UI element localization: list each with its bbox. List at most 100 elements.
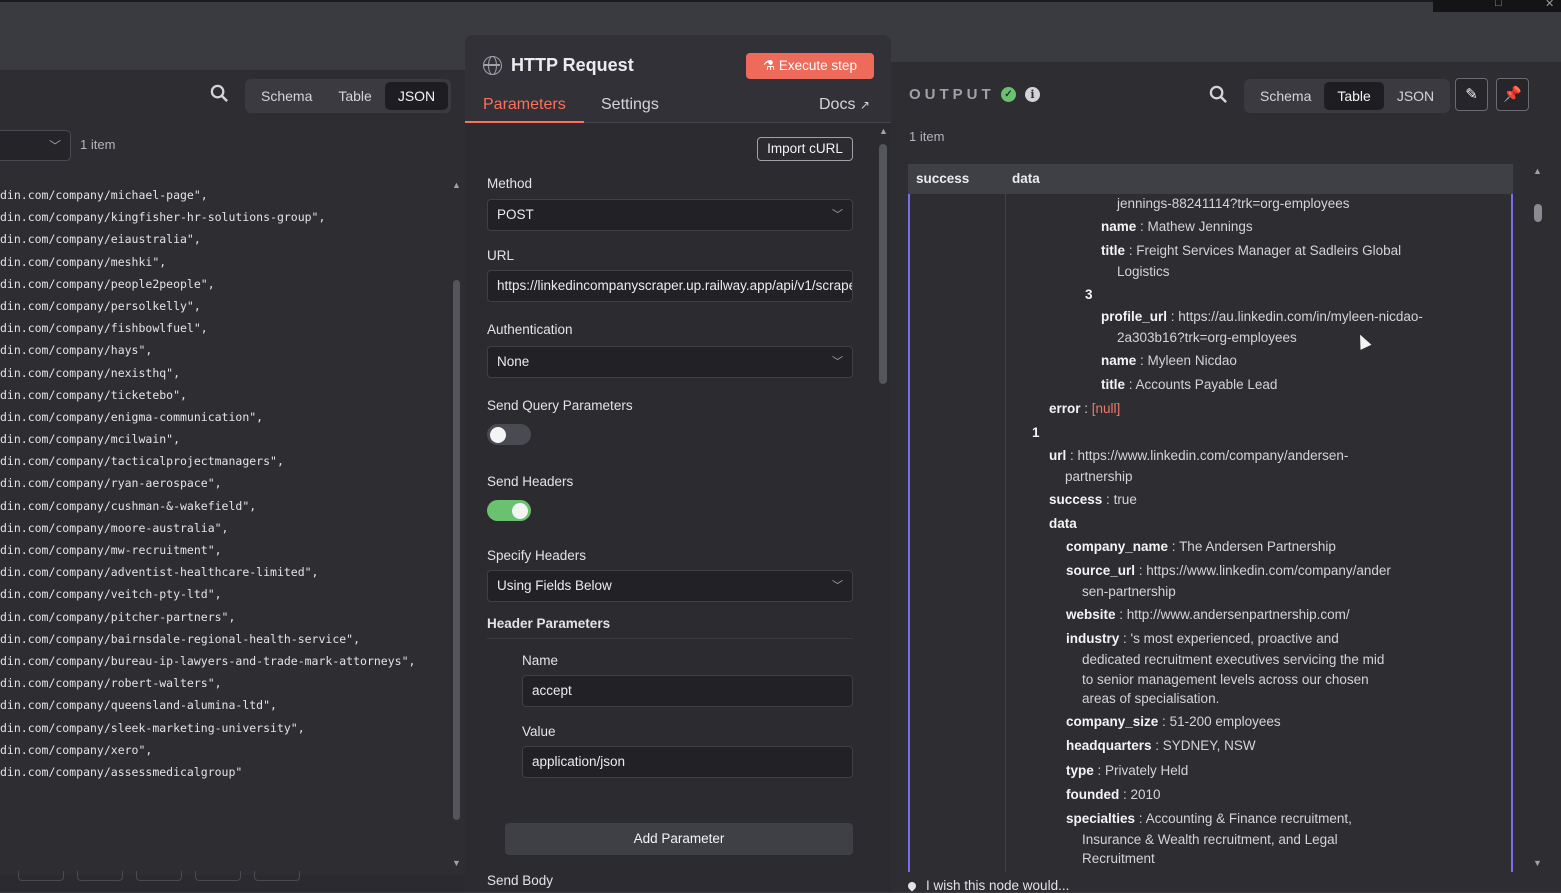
scroll-down-icon[interactable]: ▼ (452, 858, 461, 868)
row-value: SYDNEY, NSW (1162, 738, 1256, 753)
row-separator: : (1125, 243, 1137, 258)
row-separator: : (1125, 377, 1136, 392)
scroll-thumb[interactable] (1534, 204, 1542, 222)
toolbar-tab[interactable] (18, 871, 64, 881)
toolbar-tab[interactable] (136, 871, 182, 881)
tab-table[interactable]: Table (325, 82, 384, 110)
run-selector[interactable]: ﹀ (0, 130, 71, 161)
tab-table[interactable]: Table (1324, 82, 1384, 110)
scroll-thumb[interactable] (453, 280, 460, 820)
send-body-label: Send Body (487, 873, 554, 888)
url-input[interactable]: https://linkedincompanyscraper.up.railwa… (487, 270, 853, 302)
output-view-toggle: Schema Table JSON (1244, 79, 1451, 113)
output-panel: OUTPUT ✓ i Schema Table JSON ✎ 📌 1 item … (891, 62, 1561, 893)
edit-output-button[interactable]: ✎ (1455, 78, 1488, 111)
list-item: Insurance & Wealth recruitment, and Lega… (1082, 830, 1338, 850)
output-scrollbar[interactable]: ▲ ▼ (1531, 164, 1545, 872)
row-separator: : (1119, 631, 1131, 646)
toolbar-tab[interactable] (254, 871, 300, 881)
row-separator: : (1167, 309, 1179, 324)
row-separator: : (1135, 811, 1146, 826)
node-title[interactable]: HTTP Request (511, 55, 634, 76)
json-line: din.com/company/persolkelly", (0, 298, 201, 313)
json-output: din.com/company/michael-page", din.com/co… (0, 184, 445, 783)
feedback-label: I wish this node would... (926, 878, 1070, 893)
method-select[interactable]: POST ﹀ (487, 199, 853, 231)
list-item: name : Myleen Nicdao (1101, 351, 1237, 371)
list-item: company_size : 51-200 employees (1066, 712, 1281, 732)
row-value: dedicated recruitment executives servici… (1082, 652, 1385, 667)
json-line: din.com/company/kingfisher-hr-solutions-… (0, 210, 326, 225)
specify-headers-value: Using Fields Below (497, 578, 612, 593)
tab-json[interactable]: JSON (1384, 82, 1447, 110)
scroll-up-icon[interactable]: ▲ (879, 126, 888, 136)
specify-headers-select[interactable]: Using Fields Below ﹀ (487, 570, 853, 602)
list-item: 1 (1032, 423, 1040, 443)
node-scrollbar[interactable]: ▲ (875, 124, 891, 892)
row-value: [null] (1091, 401, 1121, 416)
list-item: name : Mathew Jennings (1101, 217, 1253, 237)
chevron-down-icon: ﹀ (832, 580, 843, 592)
tab-json[interactable]: JSON (384, 82, 449, 110)
chevron-down-icon: ﹀ (832, 209, 843, 221)
scroll-down-icon[interactable]: ▼ (1533, 858, 1542, 868)
add-parameter-button[interactable]: Add Parameter (505, 823, 853, 855)
toolbar-tab[interactable] (77, 871, 123, 881)
scroll-up-icon[interactable]: ▲ (452, 180, 461, 190)
active-tab-indicator (465, 121, 584, 123)
row-key: data (1049, 516, 1077, 531)
tab-schema[interactable]: Schema (248, 82, 325, 110)
row-value: https://www.linkedin.com/company/anderse… (1077, 448, 1349, 463)
scroll-up-icon[interactable]: ▲ (1533, 166, 1542, 176)
import-curl-button[interactable]: Import cURL (757, 137, 853, 161)
row-value: Privately Held (1105, 763, 1189, 778)
json-line: din.com/company/ticketebo", (0, 387, 187, 402)
search-icon[interactable] (210, 84, 229, 108)
list-item: title : Accounts Payable Lead (1101, 375, 1277, 395)
tab-settings[interactable]: Settings (601, 96, 659, 114)
header-value-input[interactable]: application/json (522, 746, 853, 778)
pin-output-button[interactable]: 📌 (1496, 78, 1529, 111)
info-icon[interactable]: i (1025, 87, 1040, 102)
input-scrollbar[interactable]: ▲ ▼ (451, 180, 463, 870)
list-item: to senior management levels across our c… (1082, 670, 1369, 690)
pencil-icon: ✎ (1465, 86, 1478, 103)
send-headers-toggle[interactable] (487, 500, 531, 521)
toggle-knob (490, 427, 506, 443)
feedback-prompt[interactable]: I wish this node would... (906, 878, 1070, 893)
list-item: data (1049, 514, 1077, 534)
list-item: error : [null] (1049, 399, 1120, 419)
row-separator: : (1115, 607, 1127, 622)
input-view-toggle: Schema Table JSON (245, 79, 452, 113)
list-item: 3 (1085, 285, 1093, 305)
list-item: sen-partnership (1082, 582, 1176, 602)
execute-step-button[interactable]: ⚗ Execute step (746, 53, 874, 79)
scroll-thumb[interactable] (879, 144, 887, 384)
authentication-value: None (497, 354, 530, 369)
docs-link[interactable]: Docs ↗ (819, 96, 870, 114)
row-key: type (1066, 763, 1094, 778)
json-line: din.com/company/moore-australia", (0, 520, 229, 535)
tab-schema[interactable]: Schema (1247, 82, 1324, 110)
header-name-input[interactable]: accept (522, 675, 853, 707)
send-query-toggle[interactable] (487, 424, 531, 445)
table-header: success data (908, 164, 1513, 194)
chevron-down-icon: ﹀ (48, 139, 61, 153)
toolbar-tab[interactable] (195, 871, 241, 881)
authentication-select[interactable]: None ﹀ (487, 346, 853, 378)
tab-parameters[interactable]: Parameters (483, 96, 566, 114)
row-value: Insurance & Wealth recruitment, and Lega… (1082, 832, 1338, 847)
row-key: industry (1066, 631, 1120, 646)
row-key: website (1066, 607, 1116, 622)
maximize-icon[interactable]: □ (1495, 0, 1502, 9)
row-key: name (1101, 353, 1137, 368)
search-icon[interactable] (1209, 85, 1228, 109)
json-line: din.com/company/bairnsdale-regional-heal… (0, 631, 361, 646)
row-value: Accounting & Finance recruitment, (1145, 811, 1352, 826)
parameters-form: Import cURL Method POST ﹀ URL https://lin… (465, 124, 875, 892)
external-link-icon: ↗ (859, 98, 870, 112)
list-item: 2a303b16?trk=org-employees (1117, 328, 1297, 348)
row-value: areas of specialisation. (1082, 691, 1220, 706)
method-label: Method (487, 176, 533, 191)
close-icon[interactable]: ✕ (1545, 0, 1554, 10)
